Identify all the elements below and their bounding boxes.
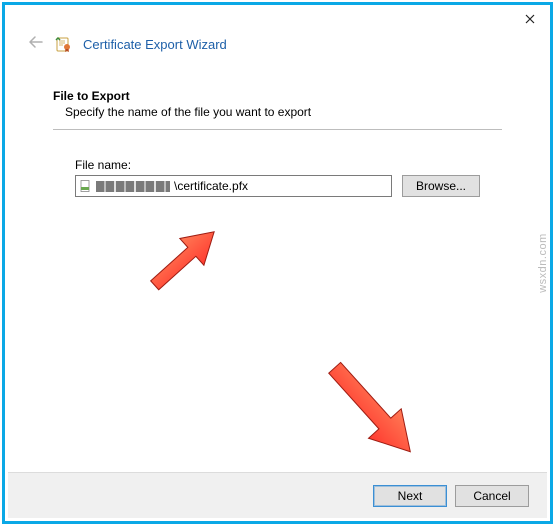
close-button[interactable] [510,5,550,33]
cancel-button[interactable]: Cancel [455,485,529,507]
certificate-icon [55,35,73,53]
wizard-title: Certificate Export Wizard [83,37,227,52]
next-button[interactable]: Next [373,485,447,507]
redacted-path [96,181,170,192]
wizard-content: File to Export Specify the name of the f… [5,61,550,197]
section-divider [53,129,502,130]
filename-row: File name: \certificate.pfx Browse... [53,158,502,197]
browse-button[interactable]: Browse... [402,175,480,197]
file-icon [80,180,92,192]
close-icon [525,14,535,24]
titlebar [5,5,550,35]
filename-visible-text: \certificate.pfx [174,179,248,193]
filename-label: File name: [75,158,480,172]
dialog-footer: Next Cancel [8,472,547,518]
section-title: File to Export [53,89,502,103]
wizard-header: Certificate Export Wizard [5,35,550,61]
section-subtitle: Specify the name of the file you want to… [53,103,502,129]
dialog-frame: Certificate Export Wizard File to Export… [2,2,553,524]
back-arrow-icon[interactable] [27,35,45,53]
filename-input[interactable]: \certificate.pfx [75,175,392,197]
